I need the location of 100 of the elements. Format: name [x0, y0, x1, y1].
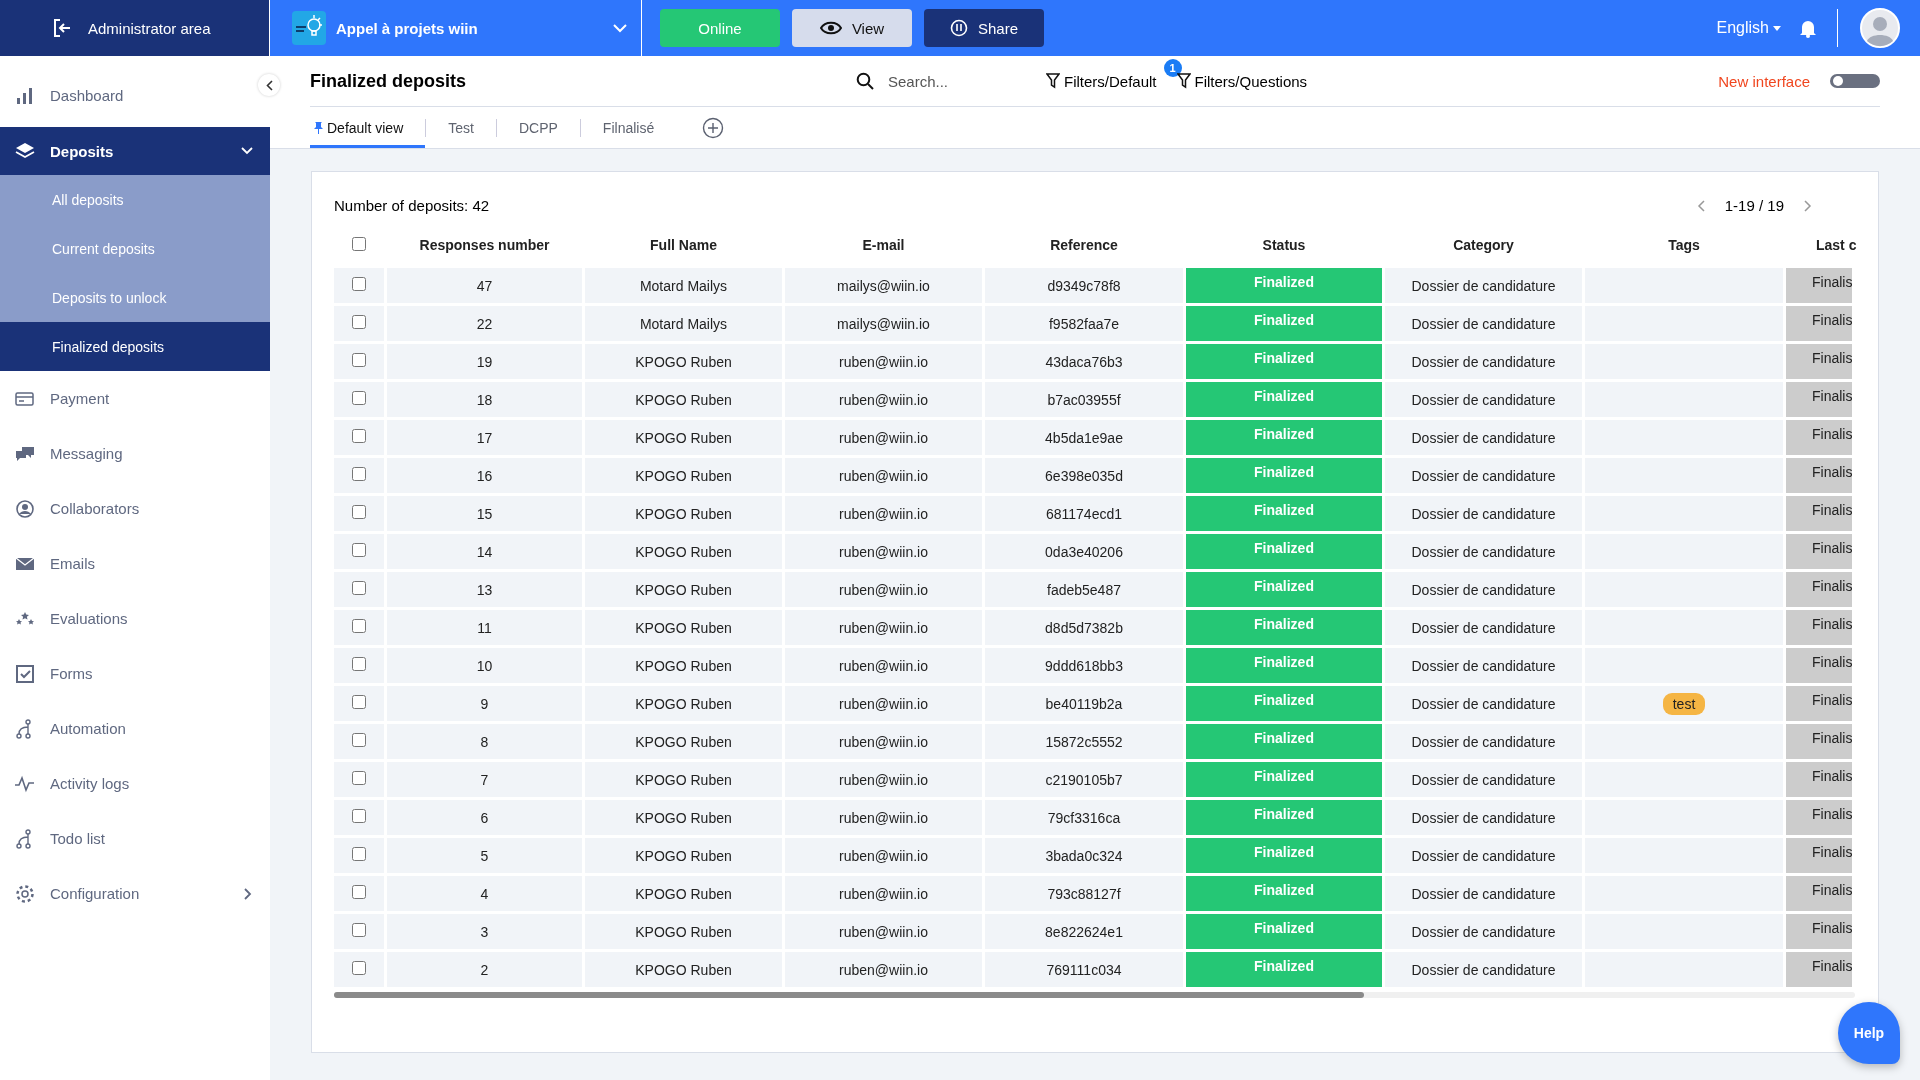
collapse-sidebar-button[interactable]	[258, 74, 280, 96]
row-checkbox[interactable]	[352, 733, 366, 747]
table-cell: 6	[387, 800, 582, 835]
table-cell: 5	[387, 838, 582, 873]
table-cell: Dossier de candidature	[1385, 458, 1582, 493]
table-cell: Finalis	[1786, 344, 1852, 379]
status-cell: Finalized	[1186, 496, 1382, 531]
table-cell: 19	[387, 344, 582, 379]
sidebar-item[interactable]: Payment	[0, 371, 270, 426]
sidebar-item[interactable]: Configuration	[0, 866, 270, 921]
filter-button[interactable]: Filters/Default	[1046, 72, 1163, 90]
status-cell: Finalized	[1186, 838, 1382, 873]
table-cell: Finalis	[1786, 724, 1852, 759]
sidebar-subitem[interactable]: Finalized deposits	[0, 322, 270, 371]
add-tab-icon[interactable]	[702, 116, 725, 139]
status-cell: Finalized	[1186, 306, 1382, 341]
table-cell: 7	[387, 762, 582, 797]
row-checkbox[interactable]	[352, 923, 366, 937]
tag: test	[1662, 692, 1706, 715]
sidebar-item[interactable]: Messaging	[0, 426, 270, 481]
column-header: Status	[1262, 237, 1306, 253]
table-cell: Finalis	[1786, 420, 1852, 455]
table-cell: ruben@wiin.io	[785, 610, 982, 645]
row-checkbox[interactable]	[352, 505, 366, 519]
table-cell: ruben@wiin.io	[785, 838, 982, 873]
table-cell: ruben@wiin.io	[785, 458, 982, 493]
row-checkbox[interactable]	[352, 695, 366, 709]
sidebar-item[interactable]: Dashboard	[0, 64, 270, 127]
scrollbar-thumb[interactable]	[334, 992, 1364, 998]
sidebar-item[interactable]: Todo list	[0, 811, 270, 866]
avatar[interactable]	[1860, 8, 1900, 48]
row-checkbox[interactable]	[352, 391, 366, 405]
row-checkbox[interactable]	[352, 429, 366, 443]
language-selector[interactable]: English	[1710, 18, 1787, 38]
row-checkbox[interactable]	[352, 353, 366, 367]
sidebar-item[interactable]: Forms	[0, 646, 270, 701]
table-cell: Dossier de candidature	[1385, 648, 1582, 683]
table-cell: Finalis	[1786, 268, 1852, 303]
table-cell: b7ac03955f	[985, 382, 1183, 417]
row-checkbox[interactable]	[352, 543, 366, 557]
bell-icon[interactable]	[1799, 18, 1817, 38]
status-cell: Finalized	[1186, 534, 1382, 569]
row-checkbox[interactable]	[352, 277, 366, 291]
row-checkbox[interactable]	[352, 771, 366, 785]
row-checkbox[interactable]	[352, 581, 366, 595]
table-cell: Dossier de candidature	[1385, 382, 1582, 417]
row-checkbox[interactable]	[352, 315, 366, 329]
table-cell: 13	[387, 572, 582, 607]
tab[interactable]: Default view	[310, 107, 426, 148]
eye-icon	[819, 21, 842, 35]
table-cell: 15	[387, 496, 582, 531]
table-cell: Finalis	[1786, 382, 1852, 417]
sidebar-item[interactable]: Emails	[0, 536, 270, 591]
table-cell: 18	[387, 382, 582, 417]
table-cell: Dossier de candidature	[1385, 496, 1582, 531]
sidebar-item[interactable]: Collaborators	[0, 481, 270, 536]
view-button[interactable]: View	[792, 9, 912, 47]
share-button[interactable]: Share	[924, 9, 1044, 47]
table-cell: 2	[387, 952, 582, 987]
row-checkbox[interactable]	[352, 885, 366, 899]
table-cell: 43daca76b3	[985, 344, 1183, 379]
table-cell: Dossier de candidature	[1385, 724, 1582, 759]
tab[interactable]: Filnalisé	[580, 107, 677, 148]
column-header: Category	[1453, 237, 1514, 253]
row-checkbox[interactable]	[352, 467, 366, 481]
help-button[interactable]: Help	[1838, 1002, 1900, 1064]
admin-area-link[interactable]: Administrator area	[0, 0, 270, 56]
column-header: Reference	[1050, 237, 1118, 253]
table-cell: Dossier de candidature	[1385, 800, 1582, 835]
row-checkbox[interactable]	[352, 657, 366, 671]
row-checkbox[interactable]	[352, 809, 366, 823]
table-cell: ruben@wiin.io	[785, 686, 982, 721]
table-cell: Finalis	[1786, 800, 1852, 835]
row-checkbox[interactable]	[352, 961, 366, 975]
table-cell: Finalis	[1786, 686, 1852, 721]
sidebar-item[interactable]: Automation	[0, 701, 270, 756]
exit-icon	[52, 18, 72, 38]
table-cell: ruben@wiin.io	[785, 572, 982, 607]
next-page-icon[interactable]	[1804, 199, 1812, 212]
row-checkbox[interactable]	[352, 619, 366, 633]
toggle-switch[interactable]	[1830, 74, 1880, 88]
table-cell: 4b5da1e9ae	[985, 420, 1183, 455]
table-cell: 9ddd618bb3	[985, 648, 1183, 683]
sidebar-item[interactable]: Deposits	[0, 127, 270, 175]
sidebar-item[interactable]: Evaluations	[0, 591, 270, 646]
column-header: Last c	[1816, 237, 1857, 253]
column-header: Tags	[1668, 237, 1700, 253]
table-cell: ruben@wiin.io	[785, 952, 982, 987]
count-badge: 1	[1163, 58, 1182, 77]
tab[interactable]: DCPP	[496, 107, 580, 148]
table-cell: ruben@wiin.io	[785, 496, 982, 531]
select-all-checkbox[interactable]	[352, 236, 366, 251]
row-checkbox[interactable]	[352, 847, 366, 861]
table-cell: Finalis	[1786, 496, 1852, 531]
table-cell: ruben@wiin.io	[785, 344, 982, 379]
table-cell: Finalis	[1786, 610, 1852, 645]
tab[interactable]: Test	[426, 107, 496, 148]
table-cell: Dossier de candidature	[1385, 952, 1582, 987]
previous-page-icon[interactable]	[1696, 199, 1705, 212]
sidebar-item[interactable]: Activity logs	[0, 756, 270, 811]
